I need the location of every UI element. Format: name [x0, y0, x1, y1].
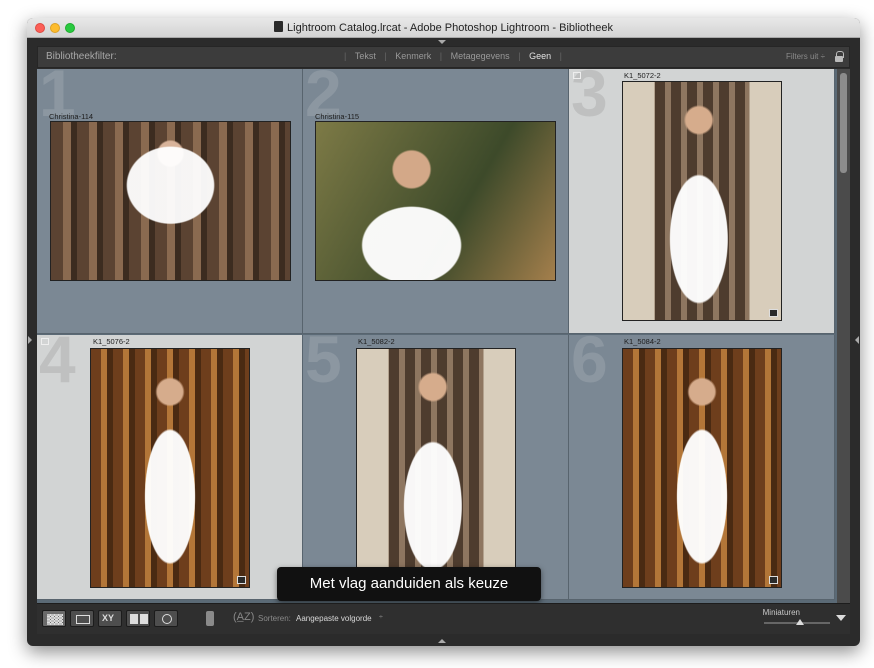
photo-thumbnail[interactable]: [50, 121, 291, 281]
photo-thumbnail[interactable]: [622, 348, 782, 588]
grid-cell[interactable]: 6 K1_5084-2: [569, 335, 835, 600]
thumbnail-grid: 1 Christina-114 2 Christina-115 3 K1_507…: [37, 69, 837, 603]
sort-order-dropdown[interactable]: Aangepaste volgorde: [296, 614, 372, 623]
grid-cell-selected[interactable]: 3 K1_5072-2: [569, 69, 835, 334]
tab-separator: |: [518, 51, 521, 61]
bottom-toolbar: XY (A̲Z) Sorteren: Aangepaste volgorde ÷…: [37, 603, 850, 634]
sort-direction-icon[interactable]: (A̲Z): [233, 611, 254, 623]
loupe-view-button[interactable]: [70, 610, 94, 627]
toolbar-menu-icon[interactable]: [836, 615, 846, 621]
window-title-text: Lightroom Catalog.lrcat - Adobe Photosho…: [287, 22, 613, 34]
title-bar: Lightroom Catalog.lrcat - Adobe Photosho…: [27, 18, 860, 38]
grid-cell[interactable]: 5 K1_5082-2: [303, 335, 569, 600]
scrollbar-thumb[interactable]: [840, 73, 847, 173]
top-panel-toggle-icon[interactable]: [438, 40, 446, 44]
survey-view-button[interactable]: [126, 610, 150, 627]
grid-view-button[interactable]: [42, 610, 66, 627]
file-name: Christina-114: [49, 112, 94, 121]
photo-thumbnail[interactable]: [622, 81, 782, 321]
cell-index: 6: [571, 335, 608, 396]
left-panel-toggle-icon[interactable]: [28, 336, 32, 344]
compare-view-button[interactable]: XY: [98, 610, 122, 627]
tab-separator: |: [344, 51, 347, 61]
filter-tabs: | Tekst | Kenmerk | Metagegevens | Geen …: [344, 51, 562, 61]
lock-icon[interactable]: [835, 51, 844, 62]
grid-cell[interactable]: 2 Christina-115: [303, 69, 569, 334]
flag-tooltip: Met vlag aanduiden als keuze: [277, 567, 541, 601]
people-view-icon: [162, 614, 172, 624]
tab-separator: |: [384, 51, 387, 61]
edit-badge-icon: [237, 576, 246, 584]
tab-text[interactable]: Tekst: [355, 51, 376, 61]
vertical-scrollbar[interactable]: [837, 69, 850, 603]
file-name: K1_5072-2: [624, 71, 661, 80]
cell-index: 5: [305, 335, 342, 396]
file-name: K1_5076-2: [93, 337, 130, 346]
filter-presets-dropdown[interactable]: Filters uit ÷: [786, 52, 825, 61]
file-name: K1_5082-2: [358, 337, 395, 346]
lightroom-window: Lightroom Catalog.lrcat - Adobe Photosho…: [27, 18, 860, 646]
tab-metadata[interactable]: Metagegevens: [451, 51, 510, 61]
thumbnail-size-label: Miniaturen: [762, 608, 800, 617]
chevron-updown-icon[interactable]: ÷: [379, 614, 383, 621]
photo-thumbnail[interactable]: [90, 348, 250, 588]
file-name: Christina-115: [315, 112, 360, 121]
tab-separator: |: [439, 51, 443, 61]
tab-separator: |: [559, 51, 562, 61]
library-filter-bar: Bibliotheekfilter: | Tekst | Kenmerk | M…: [37, 46, 850, 68]
survey-view-icon: [130, 614, 148, 624]
bottom-panel-toggle-icon[interactable]: [438, 639, 446, 643]
sort-label: Sorteren:: [258, 614, 291, 623]
slider-knob[interactable]: [796, 619, 805, 625]
tab-attribute[interactable]: Kenmerk: [395, 51, 431, 61]
photo-thumbnail[interactable]: [356, 348, 516, 588]
grid-cell-selected[interactable]: 4 K1_5076-2: [37, 335, 303, 600]
thumbnail-size-slider[interactable]: [764, 619, 830, 625]
window-title: Lightroom Catalog.lrcat - Adobe Photosho…: [27, 21, 860, 34]
tab-none[interactable]: Geen: [529, 51, 551, 61]
edit-badge-icon: [769, 309, 778, 317]
photo-thumbnail[interactable]: [315, 121, 556, 281]
people-view-button[interactable]: [154, 610, 178, 627]
painter-icon[interactable]: [206, 611, 214, 626]
filter-label: Bibliotheekfilter:: [46, 51, 117, 62]
grid-cell[interactable]: 1 Christina-114: [37, 69, 303, 334]
grid-view-icon: [47, 614, 63, 625]
flag-icon[interactable]: [573, 72, 581, 79]
flag-icon[interactable]: [41, 338, 49, 345]
document-icon: [274, 21, 284, 32]
compare-view-icon: XY: [102, 613, 115, 623]
loupe-view-icon: [76, 615, 90, 624]
edit-badge-icon: [769, 576, 778, 584]
file-name: K1_5084-2: [624, 337, 661, 346]
right-panel-toggle-icon[interactable]: [855, 336, 859, 344]
